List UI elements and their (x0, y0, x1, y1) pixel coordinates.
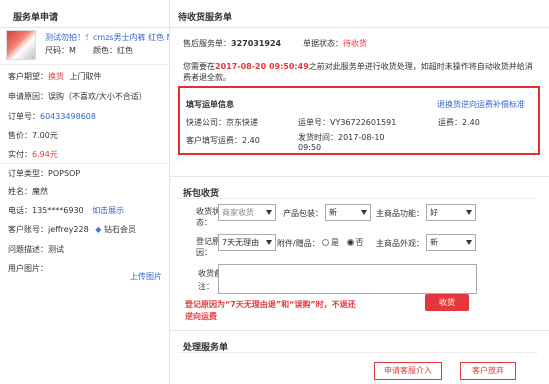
appearance-label: 主商品外观： (376, 239, 424, 248)
waybill-no-value: VY36722601591 (330, 118, 397, 127)
receive-warning: 登记原因为“7天无理由退”和“误购”时，不退还 逆向运费 (185, 300, 356, 321)
account-label: 客户账号： (8, 225, 48, 234)
radio-yes-label: 是 (331, 238, 339, 247)
problem-label: 问题描述： (8, 245, 48, 254)
radio-no-label: 否 (355, 238, 364, 247)
register-reason-label: 登记原 因： (196, 237, 220, 257)
expectation-value: 换货 (48, 72, 64, 81)
customer-fee-label: 客户填写运费： (186, 136, 242, 145)
fee-label: 运费： (438, 118, 462, 127)
diamond-icon: ◆ (95, 225, 102, 234)
reason-value: 误购（不喜欢/大小不合适） (48, 92, 147, 101)
customer-fee-value: 2.40 (242, 136, 260, 145)
order-no-label: 订单号： (8, 112, 40, 121)
customer-name-label: 姓名： (8, 187, 32, 196)
receive-status-label: 收货状 态： (196, 207, 220, 227)
radio-no[interactable] (346, 239, 354, 246)
account-value: jeffrey228 (48, 225, 89, 234)
phone-show-link[interactable]: 如击展示 (92, 206, 124, 215)
receive-note-textarea[interactable] (218, 264, 477, 294)
courier-value: 京东快递 (226, 118, 258, 127)
ship-time-label: 发货时间： (298, 133, 338, 142)
phone-label: 电话： (8, 206, 32, 215)
product-color: 颜色：红色 (93, 46, 133, 55)
function-select[interactable]: 好 (426, 204, 476, 221)
radio-yes[interactable] (322, 239, 329, 246)
paid-value: 6.94元 (32, 150, 58, 159)
customer-abandon-button[interactable]: 客户放弃 (460, 362, 516, 380)
apply-intervention-button[interactable]: 申请客服介入 (374, 362, 442, 380)
member-badge: 钻石会员 (103, 225, 136, 234)
order-type-value: POPSOP (48, 169, 81, 178)
customer-name-value: 魔然 (32, 187, 48, 196)
status-value: 待收货 (343, 39, 367, 48)
order-no-link[interactable]: 60433498608 (40, 112, 96, 121)
service-no-value: 327031924 (231, 39, 282, 48)
accessories-radio-group: 是 否 (322, 237, 364, 248)
phone-value: 135****6930 (32, 206, 84, 215)
accessories-label: 附件/赠品： (277, 239, 320, 248)
service-no-label: 售后服务单： (183, 39, 231, 48)
fee-value: 2.40 (462, 118, 480, 127)
waybill-title: 填写运单信息 (186, 100, 234, 109)
product-name-link[interactable]: 测试勿拍！！cmzs男士内裤 红色 M (45, 32, 169, 43)
price-label: 售价： (8, 131, 32, 140)
packaging-label: 产品包装： (283, 209, 323, 218)
register-reason-select[interactable]: 7天无理由 (218, 234, 276, 251)
receive-status-select[interactable]: 商家收货 (218, 204, 276, 221)
freight-standard-link[interactable]: 退换货逆向运费补偿标准 (437, 99, 525, 110)
problem-value: 测试 (48, 245, 64, 254)
product-size: 尺码：M (45, 46, 76, 55)
product-thumbnail[interactable] (6, 30, 36, 60)
right-panel-title: 待收货服务单 (178, 13, 233, 23)
courier-label: 快递公司： (186, 118, 226, 127)
upload-image-link[interactable]: 上传图片 (130, 271, 162, 282)
waybill-no-label: 运单号： (298, 118, 330, 127)
images-label: 用户图片： (8, 264, 48, 273)
order-type-label: 订单类型： (8, 169, 48, 178)
expectation-label: 客户期望： (8, 72, 48, 81)
function-label: 主商品功能： (376, 209, 424, 218)
reason-label: 申请原因： (8, 92, 48, 101)
status-label: 单据状态： (303, 39, 343, 48)
left-panel-title: 服务单申请 (13, 13, 59, 23)
deadline-notice: 您需要在2017-08-20 09:50:49之前对此服务单进行收货处理，如超时… (183, 62, 533, 82)
price-value: 7.00元 (32, 131, 58, 140)
expectation-extra: 上门取件 (69, 72, 102, 81)
left-panel: 服务单申请 测试勿拍！！cmzs男士内裤 红色 M 尺码：M 颜色：红色 客户期… (0, 0, 170, 384)
receive-button[interactable]: 收货 (425, 294, 469, 311)
paid-label: 实付： (8, 150, 32, 159)
packaging-select[interactable]: 新 (325, 204, 371, 221)
appearance-select[interactable]: 新 (426, 234, 476, 251)
